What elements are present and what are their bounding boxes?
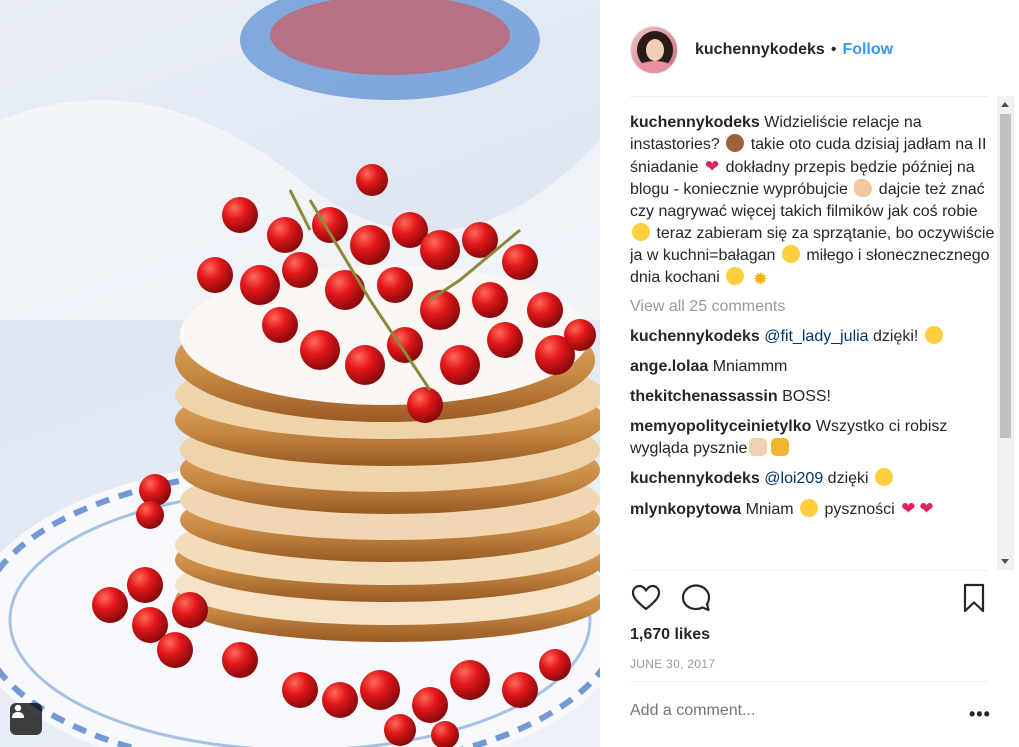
scroll-up-arrow-icon[interactable] [1001, 102, 1009, 107]
comment-text: BOSS! [782, 388, 831, 405]
winking-kiss-emoji-icon [924, 326, 943, 344]
like-heart-icon[interactable] [630, 582, 662, 614]
mention-link[interactable]: @fit_lady_julia [764, 328, 868, 345]
comment-text: pyszności [820, 501, 900, 518]
comment-item: mlynkopytowa Mniam pyszności ❤ ❤ [630, 498, 996, 521]
winking-kiss-emoji-icon [726, 267, 745, 285]
comment-text: Mniam [745, 501, 799, 518]
comment-item: kuchennykodeks @fit_lady_julia dzięki! [630, 326, 996, 348]
comment-text: dzięki! [868, 328, 923, 345]
comments-scrollbar[interactable] [997, 96, 1014, 570]
post-photo[interactable] [0, 0, 600, 747]
caption-text: Widzieliście relacje na instastories? ta… [630, 114, 994, 289]
post-side-panel: kuchennykodeks • Follow kuchennykodeks W… [600, 0, 1019, 747]
sun-emoji-icon: ✹ [752, 269, 768, 289]
comment-text [746, 269, 750, 286]
grinning-face-emoji-icon [875, 468, 894, 486]
like-count[interactable]: 1,670 likes [630, 626, 710, 644]
comments-scroll-area[interactable]: kuchennykodeks Widzieliście relacje na i… [630, 112, 996, 570]
flexed-biceps-emoji-icon [854, 179, 873, 197]
anxious-sweat-emoji-icon [781, 245, 800, 263]
tagged-users-button[interactable] [10, 703, 42, 735]
post-date[interactable]: JUNE 30, 2017 [630, 657, 715, 671]
user-tag-icon [12, 704, 24, 718]
comment-item: ange.lolaa Mniammm [630, 356, 996, 378]
comment-username-link[interactable]: memyopolityceinietylko [630, 418, 816, 435]
comment-username-link[interactable]: thekitchenassassin [630, 388, 782, 405]
add-comment-divider [630, 681, 988, 682]
mention-link[interactable]: @loi209 [764, 470, 823, 487]
comment-username-link[interactable]: mlynkopytowa [630, 501, 746, 518]
post-header: kuchennykodeks • Follow [630, 22, 988, 78]
header-divider [630, 96, 988, 97]
header-separator: • [830, 41, 837, 58]
heart-emoji-icon: ❤ [919, 499, 934, 518]
winking-kiss-emoji-icon [632, 223, 650, 241]
view-all-comments-link[interactable]: View all 25 comments [630, 298, 996, 316]
avatar[interactable] [630, 26, 678, 74]
comment-item: thekitchenassassin BOSS! [630, 386, 996, 408]
comment-text: dzięki [823, 470, 874, 487]
heart-eyes-emoji-icon [800, 499, 819, 517]
action-bar [630, 582, 988, 616]
instagram-post: kuchennykodeks • Follow kuchennykodeks W… [0, 0, 1019, 747]
comment-username-link[interactable]: kuchennykodeks [630, 328, 764, 345]
comment-username-link[interactable]: ange.lolaa [630, 358, 713, 375]
caption-username-link[interactable]: kuchennykodeks [630, 114, 760, 131]
see-no-evil-monkey-emoji-icon [726, 134, 745, 152]
comment-item: memyopolityceinietylko Wszystko ci robis… [630, 416, 996, 460]
actions-divider [630, 570, 988, 571]
header-username-link[interactable]: kuchennykodeks [695, 41, 825, 59]
follow-button[interactable]: Follow [842, 41, 893, 59]
scroll-down-arrow-icon[interactable] [1001, 559, 1009, 564]
comment-item: kuchennykodeks @loi209 dzięki [630, 468, 996, 490]
comment-bubble-icon[interactable] [680, 582, 712, 614]
clapping-hands-emoji-icon [749, 438, 768, 456]
heart-emoji-icon: ❤ [704, 157, 720, 176]
scrollbar-thumb[interactable] [1000, 114, 1011, 438]
save-bookmark-icon[interactable] [958, 582, 990, 614]
comment-username-link[interactable]: kuchennykodeks [630, 470, 764, 487]
caption: kuchennykodeks Widzieliście relacje na i… [630, 112, 996, 290]
pancake-stack-image [0, 0, 600, 747]
add-comment-input[interactable] [630, 702, 930, 720]
comment-list: kuchennykodeks @fit_lady_julia dzięki! a… [630, 326, 996, 521]
comment-text: Mniammm [712, 358, 788, 375]
thumbs-up-emoji-icon [771, 438, 790, 456]
more-options-button[interactable]: ••• [969, 704, 991, 725]
heart-emoji-icon: ❤ [901, 499, 916, 518]
